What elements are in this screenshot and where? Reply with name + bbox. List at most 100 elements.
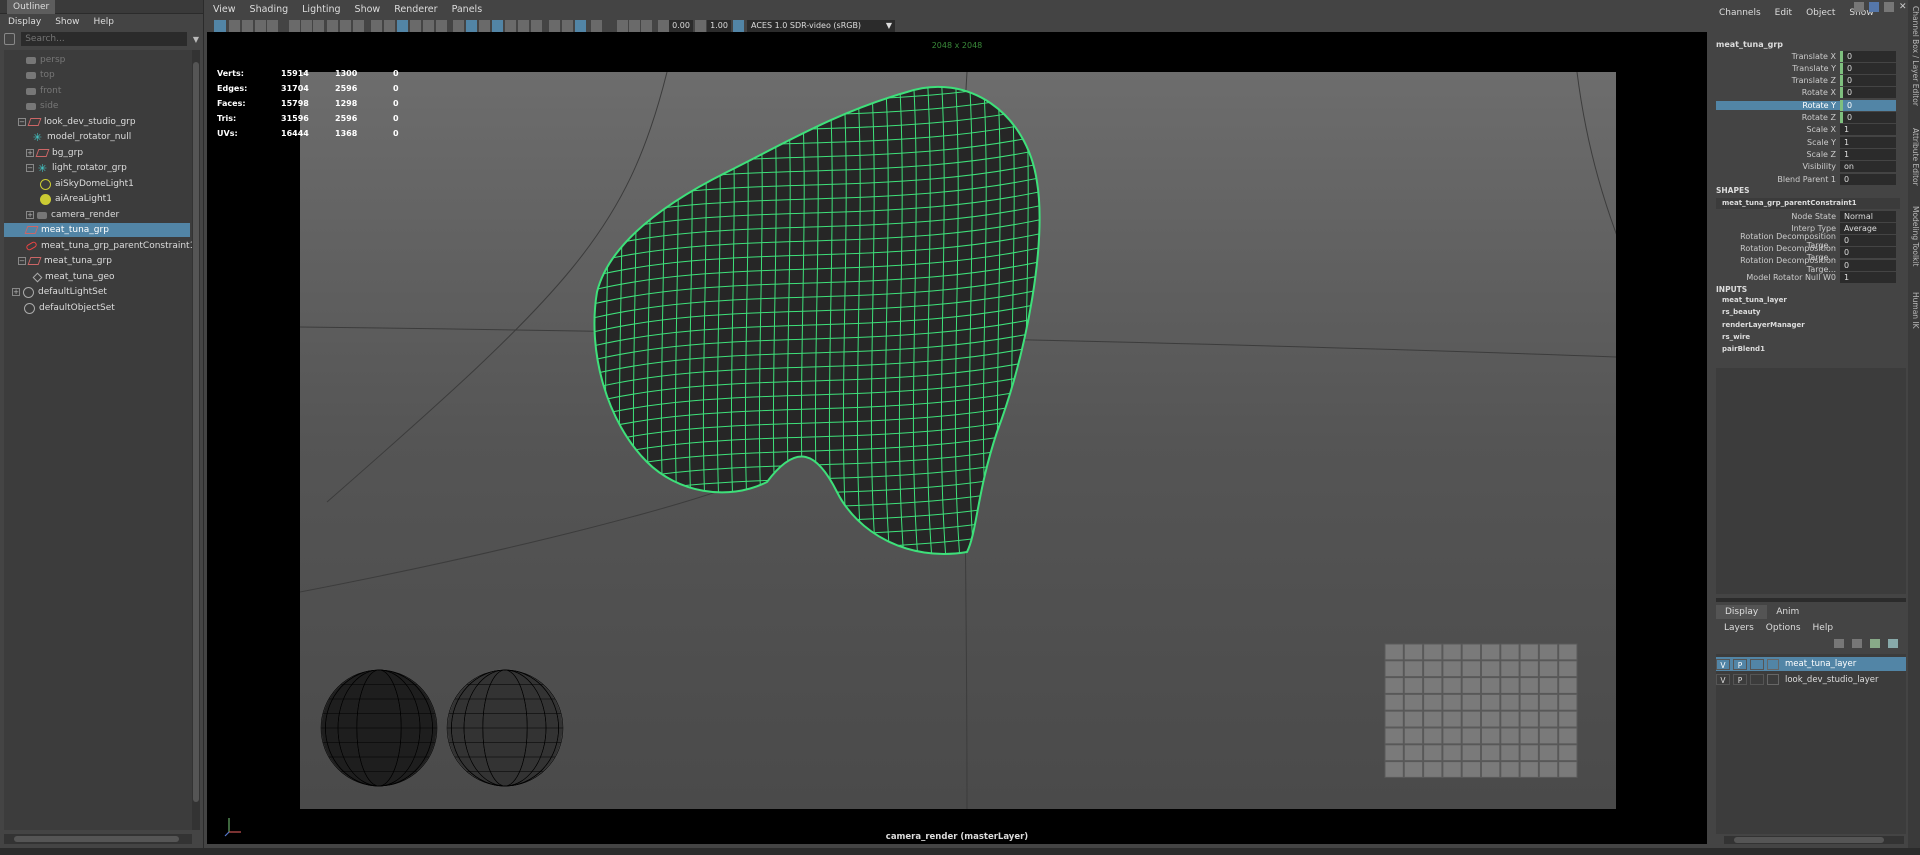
expand-icon[interactable]: + bbox=[26, 149, 34, 157]
collapse-icon[interactable]: − bbox=[18, 118, 26, 126]
input-node[interactable]: meat_tuna_layer bbox=[1722, 296, 1787, 304]
layer-color-swatch[interactable] bbox=[1767, 658, 1779, 670]
help-menu[interactable]: Help bbox=[1813, 621, 1834, 635]
channel-row[interactable]: Scale Z 1 bbox=[1716, 148, 1900, 160]
input-node[interactable]: renderLayerManager bbox=[1722, 321, 1805, 329]
object-menu[interactable]: Object bbox=[1806, 0, 1835, 26]
input-node[interactable]: pairBlend1 bbox=[1722, 345, 1765, 353]
side-tab-modeling-toolkit[interactable]: Modeling Toolkit bbox=[1908, 206, 1920, 266]
viewport-canvas[interactable]: 2048 x 2048 Verts: 15914 1300 0 Edges: 31704 2… bbox=[207, 32, 1707, 844]
channel-value-field[interactable]: 0 bbox=[1840, 62, 1896, 74]
viewport-toolbar[interactable] bbox=[207, 19, 1707, 33]
channel-value-field[interactable]: Average bbox=[1840, 222, 1896, 234]
outliner-item[interactable]: ✳ model_rotator_null bbox=[32, 130, 131, 144]
layer-color-swatch[interactable] bbox=[1767, 674, 1779, 685]
channel-value-field[interactable]: 0 bbox=[1840, 173, 1896, 185]
channel-row[interactable]: Translate Z 0 bbox=[1716, 75, 1900, 87]
channel-value-field[interactable]: 1 bbox=[1840, 148, 1896, 160]
outliner-item[interactable]: meat_tuna_grp_parentConstraint1 bbox=[25, 239, 195, 253]
layer-display-type-toggle[interactable] bbox=[1750, 674, 1764, 685]
outliner-item[interactable]: aiAreaLight1 bbox=[40, 192, 112, 206]
channel-row[interactable]: Translate X 0 bbox=[1716, 50, 1900, 62]
channels-menu[interactable]: Channels bbox=[1719, 0, 1761, 26]
layer-playback-toggle[interactable]: P bbox=[1733, 674, 1747, 685]
outliner-item[interactable]: top bbox=[26, 68, 55, 82]
layers-menu[interactable]: Layers bbox=[1724, 621, 1754, 635]
expand-icon[interactable]: + bbox=[26, 211, 34, 219]
outliner-item[interactable]: persp bbox=[26, 53, 65, 67]
display-layer-row[interactable]: V Plook_dev_studio_layer bbox=[1716, 673, 1906, 687]
outliner-item[interactable]: + bg_grp bbox=[26, 146, 83, 160]
channel-value-field[interactable]: 0 bbox=[1840, 235, 1896, 247]
exposure-field[interactable]: 0.00 bbox=[669, 20, 693, 32]
panel-splitter[interactable] bbox=[1716, 598, 1906, 602]
outliner-item[interactable]: meat_tuna_geo bbox=[32, 270, 115, 284]
channel-value-field[interactable]: 0 bbox=[1840, 259, 1896, 271]
outliner-item[interactable]: + defaultLightSet bbox=[12, 285, 107, 299]
channel-row[interactable]: Rotate Z 0 bbox=[1716, 112, 1900, 124]
layer-playback-toggle[interactable]: P bbox=[1733, 658, 1747, 670]
filter-icon[interactable] bbox=[4, 33, 16, 45]
channel-value-field[interactable]: Normal bbox=[1840, 210, 1896, 222]
channel-value-field[interactable]: 1 bbox=[1840, 136, 1896, 148]
outliner-item[interactable]: side bbox=[26, 99, 58, 113]
edit-menu[interactable]: Edit bbox=[1775, 0, 1792, 26]
channel-row[interactable]: Scale Y 1 bbox=[1716, 136, 1900, 148]
outliner-item[interactable]: front bbox=[26, 84, 61, 98]
color-space-dropdown[interactable]: ACES 1.0 SDR-video (sRGB) ▼ bbox=[747, 20, 895, 32]
collapse-icon[interactable]: − bbox=[26, 164, 34, 172]
layer-display-type-toggle[interactable] bbox=[1750, 658, 1764, 670]
outliner-item[interactable]: defaultObjectSet bbox=[24, 301, 115, 315]
shape-node-name[interactable]: meat_tuna_grp_parentConstraint1 bbox=[1716, 198, 1900, 209]
channel-value-field[interactable]: on bbox=[1840, 161, 1896, 173]
channel-value-field[interactable]: 0 bbox=[1840, 87, 1896, 99]
new-layer-selected-icon[interactable] bbox=[1888, 639, 1898, 648]
display-layer-row[interactable]: V Pmeat_tuna_layer bbox=[1716, 657, 1906, 671]
tab-anim[interactable]: Anim bbox=[1767, 605, 1808, 619]
channel-box-icon[interactable] bbox=[1854, 2, 1864, 12]
channel-row[interactable]: Rotate Y0 bbox=[1716, 99, 1900, 111]
outliner-search-input[interactable] bbox=[21, 32, 187, 46]
options-menu[interactable]: Options bbox=[1766, 621, 1801, 635]
outliner-item[interactable]: − ✳ light_rotator_grp bbox=[26, 161, 127, 175]
move-layer-down-icon[interactable] bbox=[1852, 639, 1862, 648]
outliner-tab[interactable]: Outliner bbox=[7, 0, 56, 14]
channel-value-field[interactable]: 1 bbox=[1840, 272, 1896, 283]
layer-visibility-toggle[interactable]: V bbox=[1716, 658, 1730, 670]
channel-row[interactable]: Visibility on bbox=[1716, 161, 1900, 173]
outliner-item[interactable]: − meat_tuna_grp bbox=[18, 254, 112, 268]
outliner-menu-help[interactable]: Help bbox=[93, 14, 114, 30]
new-layer-icon[interactable] bbox=[1870, 639, 1880, 648]
viewport-menu-panels[interactable]: Panels bbox=[452, 0, 483, 20]
search-dropdown-icon[interactable]: ▼ bbox=[193, 35, 199, 44]
side-tab-human-ik[interactable]: Human IK bbox=[1908, 292, 1920, 329]
outliner-item[interactable]: − look_dev_studio_grp bbox=[18, 115, 136, 129]
channel-value-field[interactable]: 0 bbox=[1840, 112, 1896, 123]
input-node[interactable]: rs_beauty bbox=[1722, 308, 1761, 316]
tab-display[interactable]: Display bbox=[1716, 605, 1768, 619]
viewport-menu-renderer[interactable]: Renderer bbox=[394, 0, 437, 20]
tool-settings-icon[interactable] bbox=[1884, 2, 1894, 12]
layer-visibility-toggle[interactable]: V bbox=[1716, 674, 1730, 685]
channel-row[interactable]: Blend Parent 1 0 bbox=[1716, 173, 1900, 185]
channel-row[interactable]: Scale X 1 bbox=[1716, 124, 1900, 136]
move-layer-up-icon[interactable] bbox=[1834, 639, 1844, 648]
viewport-menu-shading[interactable]: Shading bbox=[250, 0, 289, 20]
outliner-item[interactable]: + camera_render bbox=[26, 208, 119, 222]
collapse-icon[interactable]: − bbox=[18, 257, 26, 265]
outliner-item[interactable]: aiSkyDomeLight1 bbox=[40, 177, 134, 191]
channel-value-field[interactable]: 0 bbox=[1840, 75, 1896, 87]
viewport-menu-view[interactable]: View bbox=[213, 0, 236, 20]
channel-row[interactable]: Model Rotator Null W0 1 bbox=[1716, 272, 1900, 284]
channel-row[interactable]: Node State Normal bbox=[1716, 210, 1900, 222]
layer-horizontal-scrollbar[interactable] bbox=[1724, 836, 1904, 844]
attribute-editor-icon[interactable] bbox=[1869, 2, 1879, 12]
channel-row[interactable]: Rotation Decomposition Targe... 0 bbox=[1716, 256, 1900, 274]
channel-row[interactable]: Translate Y 0 bbox=[1716, 62, 1900, 74]
input-node[interactable]: rs_wire bbox=[1722, 333, 1750, 341]
channel-value-field[interactable]: 1 bbox=[1840, 124, 1896, 136]
channel-row[interactable]: Rotate X 0 bbox=[1716, 87, 1900, 99]
viewport-menu-lighting[interactable]: Lighting bbox=[302, 0, 340, 20]
channel-value-field[interactable]: 0 bbox=[1840, 247, 1896, 259]
viewport-menu-show[interactable]: Show bbox=[355, 0, 381, 20]
